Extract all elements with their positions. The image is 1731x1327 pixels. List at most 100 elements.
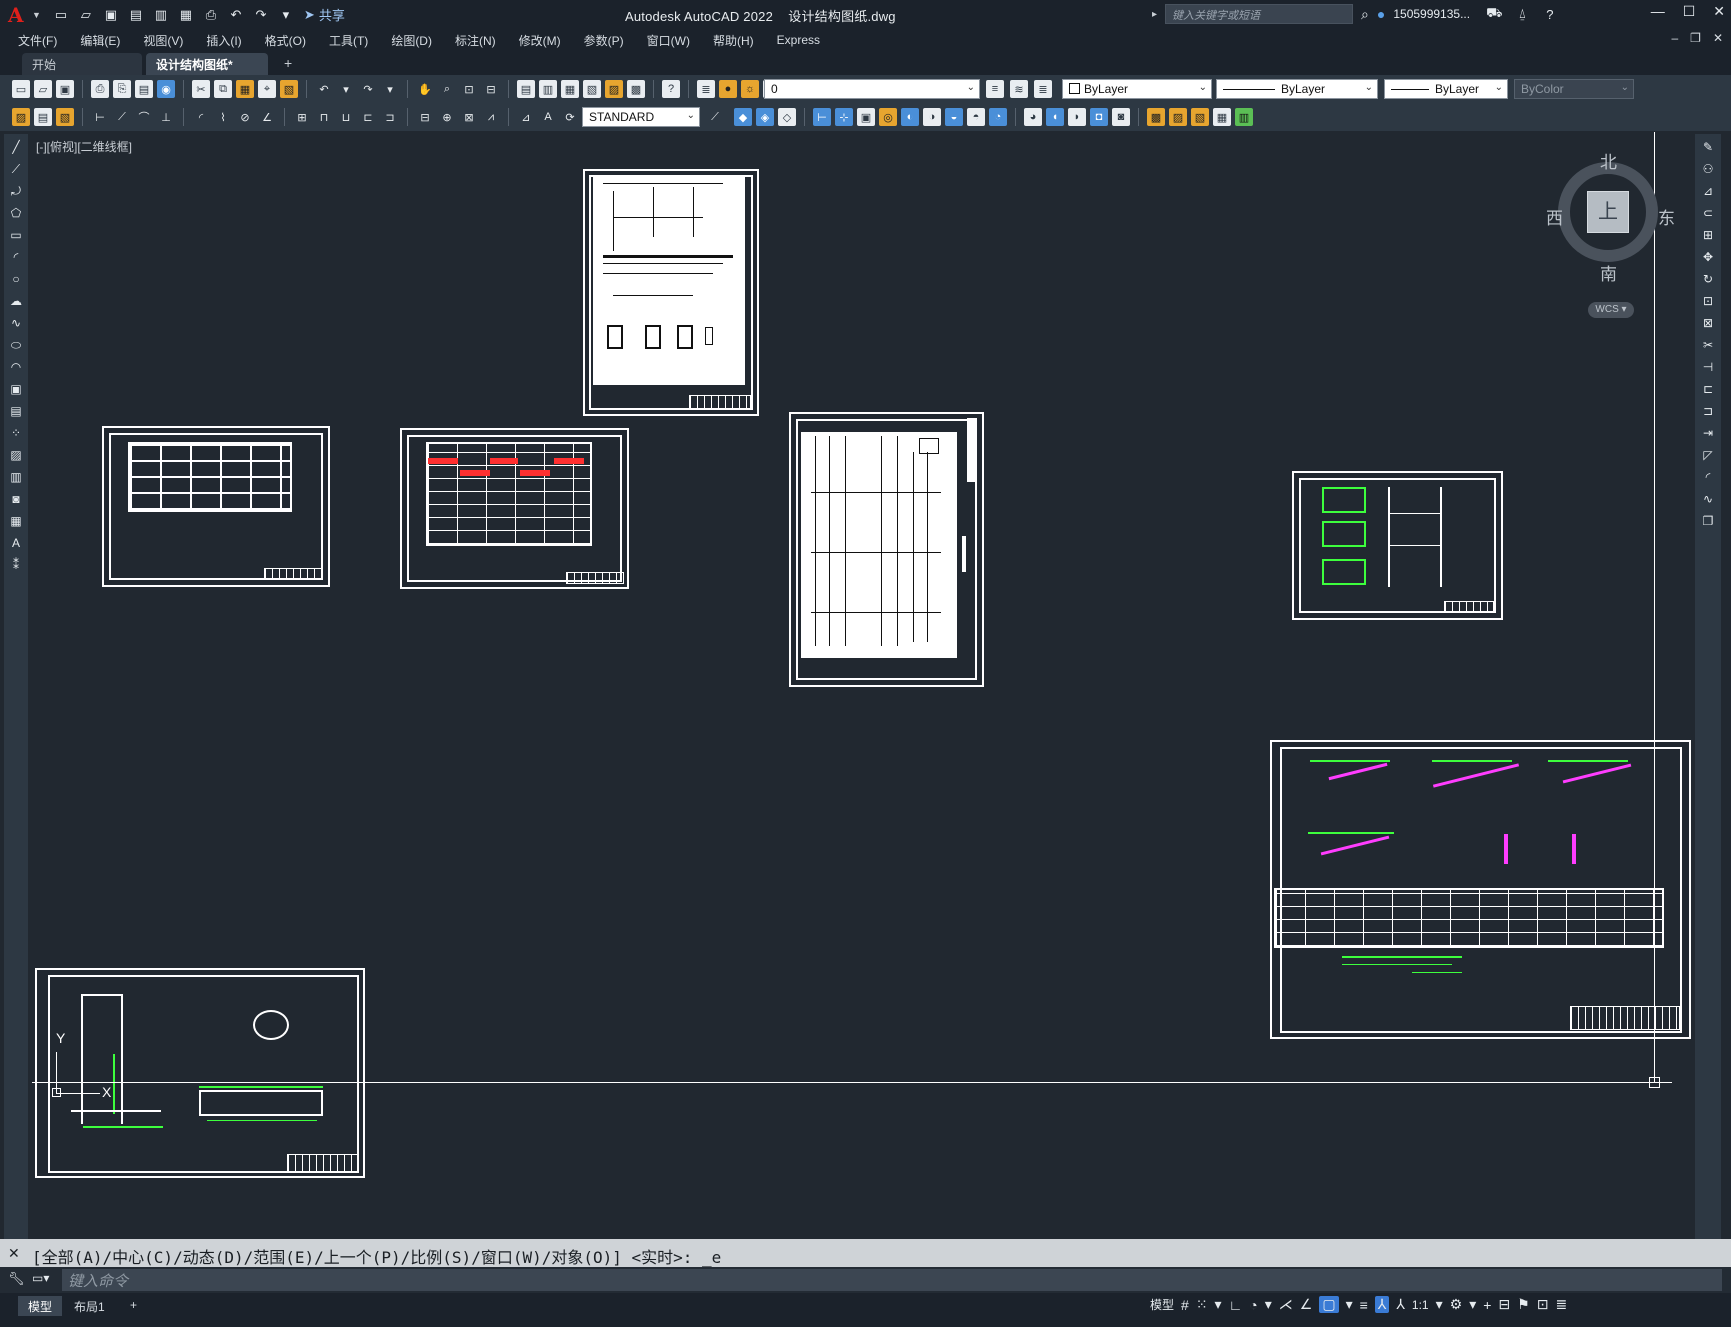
move-icon[interactable]: ✥ — [1699, 248, 1717, 266]
circle-icon[interactable]: ○ — [7, 270, 25, 288]
baseline-dim-icon[interactable]: ⊓ — [315, 108, 333, 126]
insert-block-icon-side[interactable]: ▣ — [7, 380, 25, 398]
scale-icon[interactable]: ⊡ — [1699, 292, 1717, 310]
doc-close-button[interactable]: ✕ — [1713, 31, 1723, 45]
angular-dim-icon[interactable]: ∠ — [258, 108, 276, 126]
redo-list-caret-icon[interactable]: ▾ — [381, 80, 399, 98]
drawing-sheet-7[interactable] — [35, 968, 365, 1178]
construction-line-icon[interactable]: ⟋ — [7, 160, 25, 178]
close-button[interactable]: ✕ — [1713, 3, 1725, 20]
ucs-face-icon[interactable]: ◐ — [901, 108, 919, 126]
save-as-icon[interactable]: ▤ — [128, 7, 144, 23]
search-input[interactable]: 键入关键字或短语 — [1165, 4, 1354, 24]
zoom-previous-icon[interactable]: ⊟ — [482, 80, 500, 98]
new-tab-button[interactable]: + — [284, 55, 292, 71]
menu-file[interactable]: 文件(F) — [18, 32, 57, 49]
dim-break-icon[interactable]: ⊐ — [381, 108, 399, 126]
tool-palettes-icon[interactable]: ▦ — [561, 80, 579, 98]
restore-button[interactable]: ☐ — [1683, 3, 1696, 20]
ucs-origin-icon[interactable]: ⊹ — [835, 108, 853, 126]
center-mark-icon[interactable]: ⊕ — [438, 108, 456, 126]
continue-dim-icon[interactable]: ⊔ — [337, 108, 355, 126]
add-layout-button[interactable]: + — [120, 1296, 147, 1316]
add-selected-icon[interactable]: ⁑ — [7, 556, 25, 574]
menu-window[interactable]: 窗口(W) — [647, 32, 690, 49]
pan-icon[interactable]: ✋ — [416, 80, 434, 98]
region-icon[interactable]: ◙ — [7, 490, 25, 508]
array-icon[interactable]: ⊞ — [1699, 226, 1717, 244]
menu-insert[interactable]: 插入(I) — [206, 32, 241, 49]
view-3d-icon-3[interactable]: ◇ — [778, 108, 796, 126]
redo-icon-tb[interactable]: ↷ — [359, 80, 377, 98]
customization-icon[interactable]: ≣ — [1555, 1296, 1567, 1313]
publish-icon-tb[interactable]: ▤ — [135, 80, 153, 98]
tab-start[interactable]: 开始 — [22, 53, 142, 75]
workspace-gear-icon[interactable]: ⚙ — [1450, 1296, 1463, 1313]
close-command-line-icon[interactable]: ✕ — [8, 1245, 20, 1262]
view-3d-icon-2[interactable]: ◈ — [756, 108, 774, 126]
qnew-icon[interactable]: ▭ — [12, 80, 30, 98]
user-name[interactable]: 1505999135... — [1393, 7, 1470, 21]
menu-express[interactable]: Express — [777, 33, 820, 47]
dim-update-icon[interactable]: ⟳ — [561, 108, 579, 126]
autoscale-icon[interactable]: ⅄ — [1396, 1296, 1405, 1313]
blend-curves-icon[interactable]: ∿ — [1699, 490, 1717, 508]
lineweight-dropdown[interactable]: ByLayer ⌄ — [1384, 79, 1508, 99]
dim-layer-icon[interactable]: ▤ — [34, 108, 52, 126]
snap-caret-icon[interactable]: ▾ — [1215, 1296, 1222, 1313]
block-editor-icon[interactable]: ▧ — [280, 80, 298, 98]
snap-icon[interactable]: ⁙ — [1196, 1296, 1208, 1313]
break-at-point-icon[interactable]: ⊏ — [1699, 380, 1717, 398]
layer-properties-icon[interactable]: ≣ — [697, 80, 715, 98]
render-icon-5[interactable]: ◙ — [1112, 108, 1130, 126]
open-file-icon[interactable]: ▱ — [78, 7, 94, 23]
gradient-icon[interactable]: ▥ — [7, 468, 25, 486]
ellipse-icon[interactable]: ⬭ — [7, 336, 25, 354]
chamfer-icon[interactable]: ◸ — [1699, 446, 1717, 464]
insert-block-icon[interactable]: ▩ — [1147, 108, 1165, 126]
polygon-icon[interactable]: ⬠ — [7, 204, 25, 222]
rectangle-icon[interactable]: ▭ — [7, 226, 25, 244]
menu-view[interactable]: 视图(V) — [143, 32, 183, 49]
isodraft-icon[interactable]: ⋌ — [1279, 1296, 1293, 1313]
drawing-sheet-4[interactable] — [789, 412, 984, 687]
match-properties-icon[interactable]: ⌖ — [258, 80, 276, 98]
open-icon[interactable]: ▱ — [34, 80, 52, 98]
workspace-caret-icon[interactable]: ▾ — [1469, 1296, 1476, 1313]
render-icon-2[interactable]: ◖ — [1046, 108, 1064, 126]
viewcube-top-face[interactable]: 上 — [1587, 191, 1629, 233]
fillet-icon[interactable]: ◜ — [1699, 468, 1717, 486]
viewcube-north[interactable]: 北 — [1600, 148, 1617, 173]
drawing-sheet-1[interactable] — [583, 169, 759, 416]
menu-parameter[interactable]: 参数(P) — [584, 32, 624, 49]
menu-draw[interactable]: 绘图(D) — [391, 32, 432, 49]
layer-states-icon[interactable]: ≣ — [1034, 80, 1052, 98]
grid-icon[interactable]: # — [1181, 1297, 1189, 1313]
drawing-canvas[interactable]: [-][俯视][二维线框] Y X — [32, 132, 1694, 1234]
tab-layout1[interactable]: 布局1 — [64, 1296, 115, 1316]
osnap-caret-icon[interactable]: ▾ — [1346, 1296, 1353, 1313]
tolerance-icon[interactable]: ⊟ — [416, 108, 434, 126]
plot-icon-tb[interactable]: ⎙ — [91, 80, 109, 98]
render-icon-4[interactable]: ◘ — [1090, 108, 1108, 126]
hatch-icon[interactable]: ▨ — [7, 446, 25, 464]
plot-icon[interactable]: ▦ — [178, 7, 194, 23]
autocad-logo-icon[interactable]: A — [8, 4, 30, 26]
customize-wrench-icon[interactable]: 🔧︎ — [8, 1271, 25, 1287]
tab-model[interactable]: 模型 — [18, 1296, 63, 1316]
diameter-dim-icon[interactable]: ⊘ — [236, 108, 254, 126]
new-file-icon[interactable]: ▭ — [53, 7, 69, 23]
spline-icon[interactable]: ∿ — [7, 314, 25, 332]
jogged-linear-icon[interactable]: ⩘ — [482, 108, 500, 126]
image-icon[interactable]: ▦ — [1213, 108, 1231, 126]
mirror-icon[interactable]: ⊿ — [1699, 182, 1717, 200]
ucs-x-icon[interactable]: ◒ — [945, 108, 963, 126]
menu-modify[interactable]: 修改(M) — [519, 32, 561, 49]
design-center-palette-icon[interactable]: ▥ — [539, 80, 557, 98]
polyline-icon[interactable]: ⤾ — [7, 182, 25, 200]
dim-style-manager-icon[interactable]: ⟋ — [706, 108, 724, 126]
menu-tools[interactable]: 工具(T) — [329, 32, 368, 49]
hyperlink-icon[interactable]: ▥ — [1235, 108, 1253, 126]
line-icon[interactable]: ╱ — [7, 138, 25, 156]
dim-style-dropdown[interactable]: STANDARD ⌄ — [582, 107, 700, 127]
